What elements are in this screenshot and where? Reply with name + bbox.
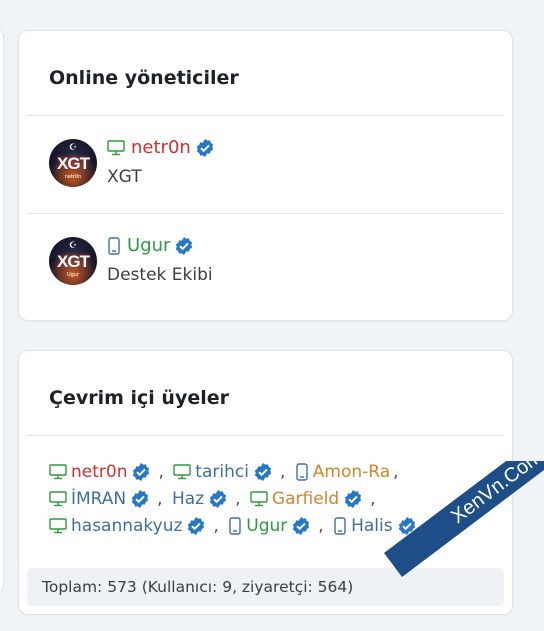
avatar-logo-text: XGT: [57, 252, 90, 271]
watermark: XenVn.Com: [364, 461, 544, 631]
member-item: tarihci: [173, 462, 277, 482]
verified-badge-icon: [131, 462, 155, 482]
member-username[interactable]: İMRAN: [71, 489, 126, 509]
left-column-edge: [0, 30, 4, 592]
admin-row: ☪ XGT netr0n netr0n XGT: [19, 115, 512, 213]
separator: ,: [318, 516, 324, 536]
member-item: hasannakyuz: [49, 516, 210, 536]
avatar[interactable]: ☪ XGT Ugur: [49, 237, 97, 285]
mobile-icon: [107, 235, 121, 256]
avatar[interactable]: ☪ XGT netr0n: [49, 139, 97, 187]
admin-username[interactable]: netr0n: [131, 137, 191, 158]
crescent-icon: ☪: [69, 143, 78, 153]
desktop-icon: [173, 462, 195, 482]
separator: ,: [157, 489, 163, 509]
verified-badge-icon: [195, 137, 215, 158]
member-username[interactable]: Haz: [172, 489, 204, 509]
separator: ,: [235, 489, 241, 509]
member-username[interactable]: hasannakyuz: [71, 516, 182, 536]
divider: [27, 435, 504, 436]
desktop-icon: [49, 462, 71, 482]
member-item: Garfield: [250, 489, 367, 509]
desktop-icon: [49, 516, 71, 536]
admin-row: ☪ XGT Ugur Ugur Destek Ekibi: [19, 213, 512, 311]
desktop-icon: [49, 489, 71, 509]
verified-badge-icon: [208, 489, 232, 509]
online-admins-title: Online yöneticiler: [49, 67, 239, 89]
verified-badge-icon: [174, 235, 194, 256]
mobile-icon: [333, 516, 351, 536]
separator: ,: [279, 462, 286, 482]
admin-title: XGT: [107, 167, 142, 187]
verified-badge-icon: [186, 516, 210, 536]
admin-username[interactable]: Ugur: [127, 235, 170, 256]
watermark-text: XenVn.Com: [384, 461, 544, 577]
crescent-icon: ☪: [69, 241, 78, 251]
desktop-icon: [250, 489, 272, 509]
member-username[interactable]: Ugur: [246, 516, 287, 536]
desktop-icon: [107, 137, 125, 158]
member-username[interactable]: netr0n: [71, 462, 127, 482]
separator: ,: [213, 516, 219, 536]
member-username[interactable]: Garfield: [272, 489, 339, 509]
member-item: İMRAN: [49, 489, 154, 509]
separator: ,: [158, 462, 164, 482]
member-item: Ugur: [228, 516, 315, 536]
online-admins-card: Online yöneticiler ☪ XGT netr0n netr0n X…: [18, 30, 513, 321]
avatar-sub-text: Ugur: [66, 272, 80, 278]
verified-badge-icon: [253, 462, 277, 482]
member-item: Haz: [172, 489, 232, 509]
verified-badge-icon: [130, 489, 154, 509]
admin-title: Destek Ekibi: [107, 265, 213, 285]
mobile-icon: [228, 516, 246, 536]
avatar-logo-text: XGT: [57, 154, 90, 173]
member-username[interactable]: tarihci: [195, 462, 249, 482]
online-members-title: Çevrim içi üyeler: [49, 387, 229, 409]
verified-badge-icon: [291, 516, 315, 536]
avatar-sub-text: netr0n: [64, 174, 82, 180]
member-item: netr0n: [49, 462, 155, 482]
mobile-icon: [295, 462, 313, 482]
